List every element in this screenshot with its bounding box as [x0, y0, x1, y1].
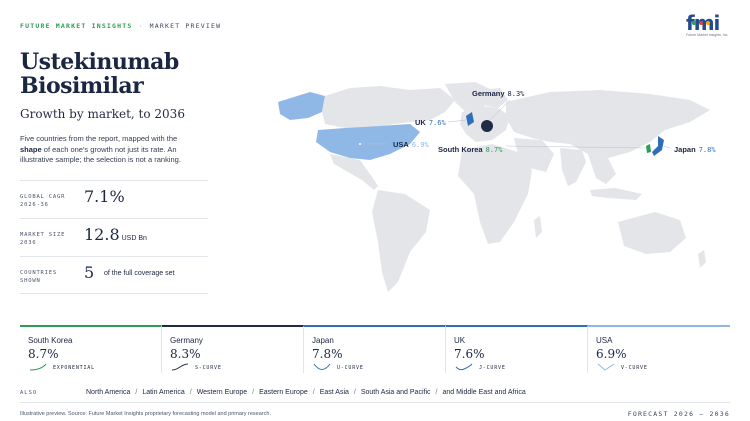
indonesia-shape — [590, 188, 642, 200]
page-subtitle: Growth by market, to 2036 — [20, 107, 185, 121]
logo-dots — [692, 12, 713, 30]
section-label: MARKET PREVIEW — [149, 22, 222, 30]
card-value: 6.9% — [596, 347, 627, 361]
footnote: Illustrative preview. Source: Future Mar… — [20, 411, 271, 417]
japan-shape — [652, 136, 664, 156]
description-emphasis: shape — [20, 144, 42, 154]
title-line-2: Biosimilar — [20, 73, 144, 99]
brand-label: FUTURE MARKET INSIGHTS — [20, 22, 133, 30]
region-link[interactable]: Eastern Europe — [259, 389, 308, 396]
card-curve-type: V-CURVE — [621, 365, 648, 371]
v-curve-icon — [597, 363, 615, 371]
country-cards: South Korea 8.7% EXPONENTIAL Germany 8.3… — [20, 325, 730, 373]
card-japan[interactable]: Japan 7.8% U-CURVE — [304, 325, 446, 373]
kpi-label: GLOBAL CAGR 2026-36 — [20, 194, 66, 208]
card-south-korea[interactable]: South Korea 8.7% EXPONENTIAL — [20, 325, 162, 373]
j-curve-icon — [455, 363, 473, 371]
forecast-range: FORECAST 2026 – 2036 — [627, 410, 730, 418]
kpi-unit: USD Bn — [121, 235, 147, 242]
usa-marker-dot — [359, 143, 361, 145]
kpi-value: 7.1% — [84, 187, 125, 206]
map-label-south-korea: South Korea 8.7% — [438, 145, 503, 154]
map-label-usa: USA 6.9% — [393, 140, 429, 149]
card-country: Germany — [170, 336, 203, 345]
card-value: 7.8% — [312, 347, 343, 361]
card-value: 7.6% — [454, 347, 485, 361]
kpi-countries-shown: COUNTRIES SHOWN 5 of the full coverage s… — [20, 256, 208, 294]
map-label-japan: Japan 7.8% — [674, 145, 716, 154]
map-label-germany: Germany 8.3% — [472, 89, 525, 98]
also-label: ALSO — [20, 390, 38, 396]
india-shape — [560, 148, 586, 186]
u-curve-icon — [313, 363, 331, 370]
kpi-label: COUNTRIES SHOWN — [20, 270, 58, 284]
south-america-shape — [372, 190, 430, 292]
footer-divider — [20, 402, 730, 403]
world-map — [278, 82, 710, 292]
south-korea-shape — [646, 144, 651, 153]
region-link[interactable]: East Asia — [320, 389, 349, 396]
title-line-1: Ustekinumab — [20, 49, 179, 75]
card-curve-type: EXPONENTIAL — [53, 365, 95, 371]
card-country: USA — [596, 336, 613, 345]
card-country: UK — [454, 336, 466, 345]
top-bar: FUTURE MARKET INSIGHTS · MARKET PREVIEW — [20, 22, 221, 30]
region-link[interactable]: South Asia and Pacific — [361, 389, 431, 396]
card-country: Japan — [312, 336, 334, 345]
land-masses — [278, 82, 710, 292]
card-value: 8.7% — [28, 347, 59, 361]
page-title: Ustekinumab Biosimilar — [20, 50, 179, 98]
card-germany[interactable]: Germany 8.3% S-CURVE — [162, 325, 304, 373]
region-link[interactable]: North America — [86, 389, 130, 396]
description: Five countries from the report, mapped w… — [20, 134, 181, 164]
exponential-curve-icon — [29, 363, 47, 371]
logo-subtitle: Future Market Insights, Inc. — [686, 33, 729, 37]
fmi-logo[interactable]: fmi Future Market Insights, Inc. — [686, 12, 730, 44]
separator: · — [138, 22, 144, 30]
card-curve-type: S-CURVE — [195, 365, 222, 371]
region-link[interactable]: and Middle East and Africa — [442, 389, 525, 396]
card-country: South Korea — [28, 336, 73, 345]
kpi-label: MARKET SIZE 2036 — [20, 232, 66, 246]
kpi-value: 12.8 USD Bn — [84, 225, 147, 244]
card-uk[interactable]: UK 7.6% J-CURVE — [446, 325, 588, 373]
map-label-uk: UK 7.6% — [415, 118, 446, 127]
leader-japan — [663, 145, 671, 149]
se-asia-shape — [588, 154, 616, 184]
card-usa[interactable]: USA 6.9% V-CURVE — [588, 325, 730, 373]
alaska-shape — [278, 92, 325, 120]
kpi-unit: of the full coverage set — [104, 270, 175, 277]
region-list: North America / Latin America / Western Euro… — [86, 389, 526, 396]
s-curve-icon — [171, 363, 189, 371]
kpi-market-size: MARKET SIZE 2036 12.8 USD Bn — [20, 218, 208, 254]
australia-shape — [618, 212, 686, 254]
africa-shape — [458, 144, 532, 244]
region-link[interactable]: Western Europe — [197, 389, 247, 396]
region-link[interactable]: Latin America — [142, 389, 184, 396]
kpi-value: 5 — [84, 263, 95, 282]
card-curve-type: U-CURVE — [337, 365, 364, 371]
kpi-global-cagr: GLOBAL CAGR 2026-36 7.1% — [20, 180, 208, 216]
madagascar-shape — [534, 216, 542, 238]
new-zealand-shape — [698, 250, 706, 268]
germany-marker — [481, 120, 493, 132]
card-curve-type: J-CURVE — [479, 365, 506, 371]
card-value: 8.3% — [170, 347, 201, 361]
